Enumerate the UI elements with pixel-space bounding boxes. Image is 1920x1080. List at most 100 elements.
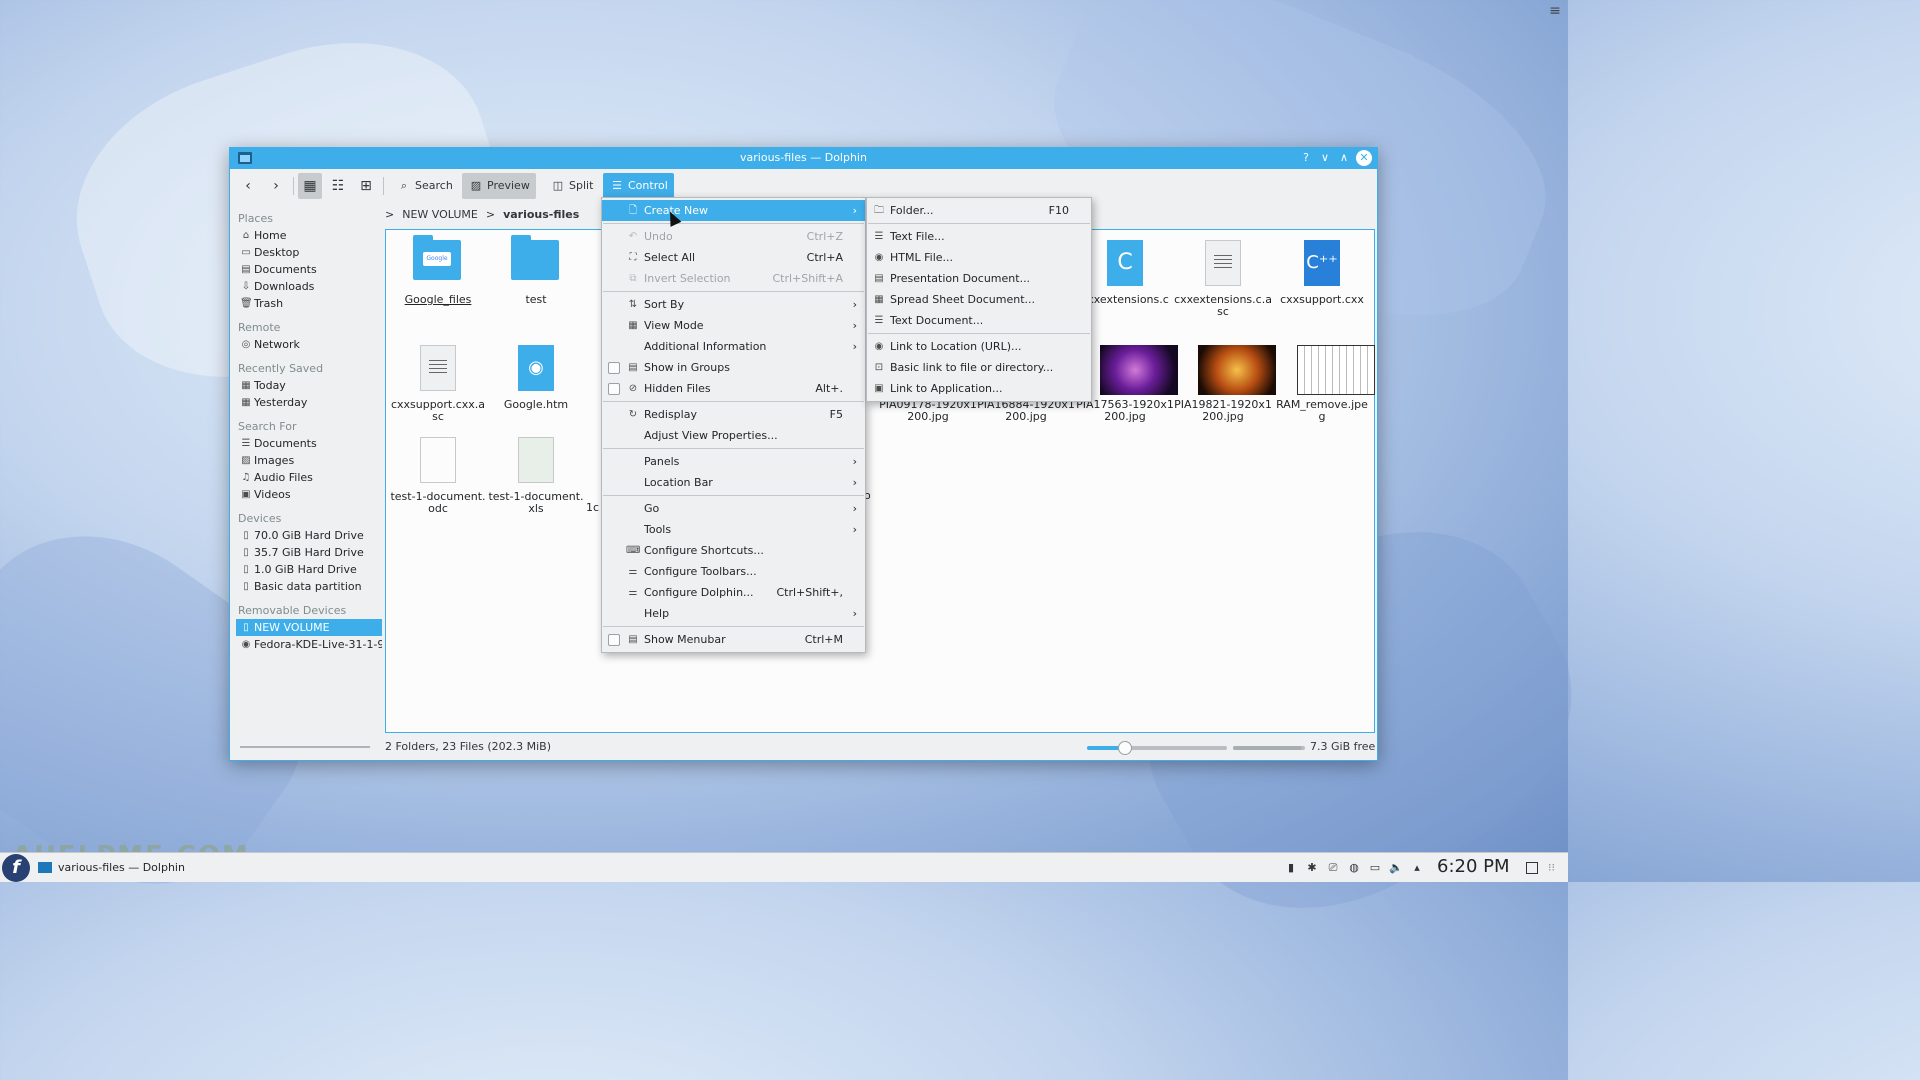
file-label: RAM_remove.jpeg xyxy=(1276,398,1368,423)
menu-item-html-file[interactable]: ◉ HTML File... xyxy=(867,247,1091,268)
sidebar-item-images[interactable]: ▨ Images xyxy=(236,452,382,469)
menu-item-tools[interactable]: Tools › xyxy=(602,519,865,540)
file-item[interactable]: cxxextensions.c.asc xyxy=(1174,230,1272,318)
taskbar-task-dolphin[interactable]: various-files — Dolphin xyxy=(36,857,185,879)
sidebar-item-1-0-gib-hard-drive[interactable]: ▯ 1.0 GiB Hard Drive xyxy=(236,561,382,578)
menu-item-go[interactable]: Go › xyxy=(602,498,865,519)
sidebar-item-home[interactable]: ⌂ Home xyxy=(236,227,382,244)
file-item[interactable]: test-1-document.odc xyxy=(389,427,487,515)
menu-item-configure-dolphin[interactable]: ⚌ Configure Dolphin... Ctrl+Shift+, xyxy=(602,582,865,603)
fedora-launcher-icon[interactable]: f xyxy=(2,854,30,882)
file-item[interactable]: Google Google_files xyxy=(389,230,487,306)
titlebar[interactable]: various-files — Dolphin ? ∨ ∧ ✕ xyxy=(230,148,1377,169)
menu-item-view-mode[interactable]: ▦ View Mode › xyxy=(602,315,865,336)
menu-separator xyxy=(603,448,864,449)
menu-item-panels[interactable]: Panels › xyxy=(602,451,865,472)
tray-icon[interactable]: 🔈 xyxy=(1389,861,1403,875)
menu-item-presentation-document[interactable]: ▤ Presentation Document... xyxy=(867,268,1091,289)
menu-item-show-menubar[interactable]: ▤ Show Menubar Ctrl+M xyxy=(602,629,865,650)
icons-view-button[interactable]: ▦ xyxy=(298,173,322,199)
menu-item-folder[interactable]: 🗀 Folder... F10 xyxy=(867,200,1091,221)
sidebar-item-70-0-gib-hard-drive[interactable]: ▯ 70.0 GiB Hard Drive xyxy=(236,527,382,544)
clock[interactable]: 6:20 PM xyxy=(1437,856,1510,877)
menu-item-adjust-view-properties[interactable]: Adjust View Properties... xyxy=(602,425,865,446)
menu-checkbox[interactable] xyxy=(608,383,620,395)
desktop-menu-icon[interactable]: ≡ xyxy=(1546,2,1564,20)
split-button[interactable]: ◫ Split xyxy=(544,173,599,199)
menu-item-redisplay[interactable]: ↻ Redisplay F5 xyxy=(602,404,865,425)
sidebar-item-basic-data-partition[interactable]: ▯ Basic data partition xyxy=(236,578,382,595)
tray-icon[interactable]: ▴ xyxy=(1410,861,1424,875)
file-item[interactable]: test-1-document.xls xyxy=(487,427,585,515)
search-button[interactable]: ⌕ Search xyxy=(390,173,459,199)
menu-item-location-bar[interactable]: Location Bar › xyxy=(602,472,865,493)
forward-button[interactable]: › xyxy=(264,173,288,199)
menu-item-configure-shortcuts[interactable]: ⌨ Configure Shortcuts... xyxy=(602,540,865,561)
sidebar-item-documents[interactable]: ▤ Documents xyxy=(236,261,382,278)
sidebar-item-35-7-gib-hard-drive[interactable]: ▯ 35.7 GiB Hard Drive xyxy=(236,544,382,561)
tray-icon[interactable]: ✱ xyxy=(1305,861,1319,875)
sidebar-item-downloads[interactable]: ⇩ Downloads xyxy=(236,278,382,295)
tray-icon[interactable]: ▭ xyxy=(1368,861,1382,875)
sidebar-item-today[interactable]: ▦ Today xyxy=(236,377,382,394)
menu-separator xyxy=(868,333,1090,334)
menu-item-icon: ◉ xyxy=(874,252,884,263)
menu-item-configure-toolbars[interactable]: ⚌ Configure Toolbars... xyxy=(602,561,865,582)
control-button[interactable]: ☰ Control xyxy=(603,173,674,199)
sidebar-item-videos[interactable]: ▣ Videos xyxy=(236,486,382,503)
sidebar-item-audio-files[interactable]: ♫ Audio Files xyxy=(236,469,382,486)
menu-item-label: Text Document... xyxy=(890,314,984,327)
menu-item-additional-information[interactable]: Additional Information › xyxy=(602,336,865,357)
file-item[interactable]: RAM_remove.jpeg xyxy=(1273,335,1375,423)
back-button[interactable]: ‹ xyxy=(236,173,260,199)
sidebar-item-desktop[interactable]: ▭ Desktop xyxy=(236,244,382,261)
menu-checkbox[interactable] xyxy=(608,362,620,374)
show-desktop-icon[interactable] xyxy=(1526,862,1538,874)
chevron-right-icon: › xyxy=(852,319,857,332)
window-title: various-files — Dolphin xyxy=(740,151,867,164)
sidebar-item-trash[interactable]: 🗑 Trash xyxy=(236,295,382,312)
menu-item-icon: 🗋 xyxy=(628,205,638,216)
menu-item-link-to-location-url[interactable]: ◉ Link to Location (URL)... xyxy=(867,336,1091,357)
zoom-slider-handle[interactable] xyxy=(1117,741,1132,755)
menu-item-show-in-groups[interactable]: ▤ Show in Groups xyxy=(602,357,865,378)
preview-button[interactable]: ▨ Preview xyxy=(462,173,536,199)
file-item[interactable]: PIA19821-1920x1200.jpg xyxy=(1174,335,1276,423)
file-item[interactable]: ◉ Google.htm xyxy=(487,335,585,411)
panel-options-icon[interactable]: ⁝⁝ xyxy=(1548,861,1555,874)
menu-checkbox[interactable] xyxy=(608,634,620,646)
menu-item-text-document[interactable]: ☰ Text Document... xyxy=(867,310,1091,331)
sidebar-item-label: Yesterday xyxy=(254,396,308,409)
menu-item-hidden-files[interactable]: ⊘ Hidden Files Alt+. xyxy=(602,378,865,399)
sidebar-item-documents[interactable]: ☰ Documents xyxy=(236,435,382,452)
zoom-slider[interactable] xyxy=(1087,741,1227,755)
create-new-submenu: 🗀 Folder... F10 ☰ Text File... ◉ HTML File... ▤… xyxy=(866,197,1092,402)
menu-item-create-new[interactable]: 🗋 Create New › xyxy=(602,200,865,221)
menu-item-sort-by[interactable]: ⇅ Sort By › xyxy=(602,294,865,315)
menu-item-spread-sheet-document[interactable]: ▦ Spread Sheet Document... xyxy=(867,289,1091,310)
menu-item-basic-link-to-file-or-directory[interactable]: ⊡ Basic link to file or directory... xyxy=(867,357,1091,378)
menu-separator xyxy=(868,223,1090,224)
menu-item-text-file[interactable]: ☰ Text File... xyxy=(867,226,1091,247)
menu-item-link-to-application[interactable]: ▣ Link to Application... xyxy=(867,378,1091,399)
file-item[interactable]: cxxsupport.cxx.asc xyxy=(389,335,487,423)
close-icon[interactable]: ✕ xyxy=(1356,150,1372,166)
compact-view-button[interactable]: ☷ xyxy=(326,173,350,199)
tray-icon[interactable]: ◍ xyxy=(1347,861,1361,875)
help-icon[interactable]: ? xyxy=(1298,150,1314,166)
menu-item-select-all[interactable]: ⛶ Select All Ctrl+A xyxy=(602,247,865,268)
menu-item-help[interactable]: Help › xyxy=(602,603,865,624)
minimize-icon[interactable]: ∨ xyxy=(1317,150,1333,166)
file-item[interactable]: test xyxy=(487,230,585,306)
details-view-button[interactable]: ⊞ xyxy=(354,173,378,199)
sidebar-item-fedora-kde-live-31-1-9[interactable]: ◉ Fedora-KDE-Live-31-1-9 xyxy=(236,636,382,653)
sidebar-item-new-volume[interactable]: ▯ NEW VOLUME xyxy=(236,619,382,636)
sidebar-item-network[interactable]: ◎ Network xyxy=(236,336,382,353)
tray-icon[interactable]: ⎚ xyxy=(1326,861,1340,875)
sidebar-item-yesterday[interactable]: ▦ Yesterday xyxy=(236,394,382,411)
maximize-icon[interactable]: ∧ xyxy=(1336,150,1352,166)
breadcrumb-current[interactable]: various-files xyxy=(503,208,579,221)
file-item[interactable]: C⁺⁺ cxxsupport.cxx xyxy=(1273,230,1371,306)
tray-icon[interactable]: ▮ xyxy=(1284,861,1298,875)
breadcrumb-parent[interactable]: NEW VOLUME xyxy=(402,208,478,221)
